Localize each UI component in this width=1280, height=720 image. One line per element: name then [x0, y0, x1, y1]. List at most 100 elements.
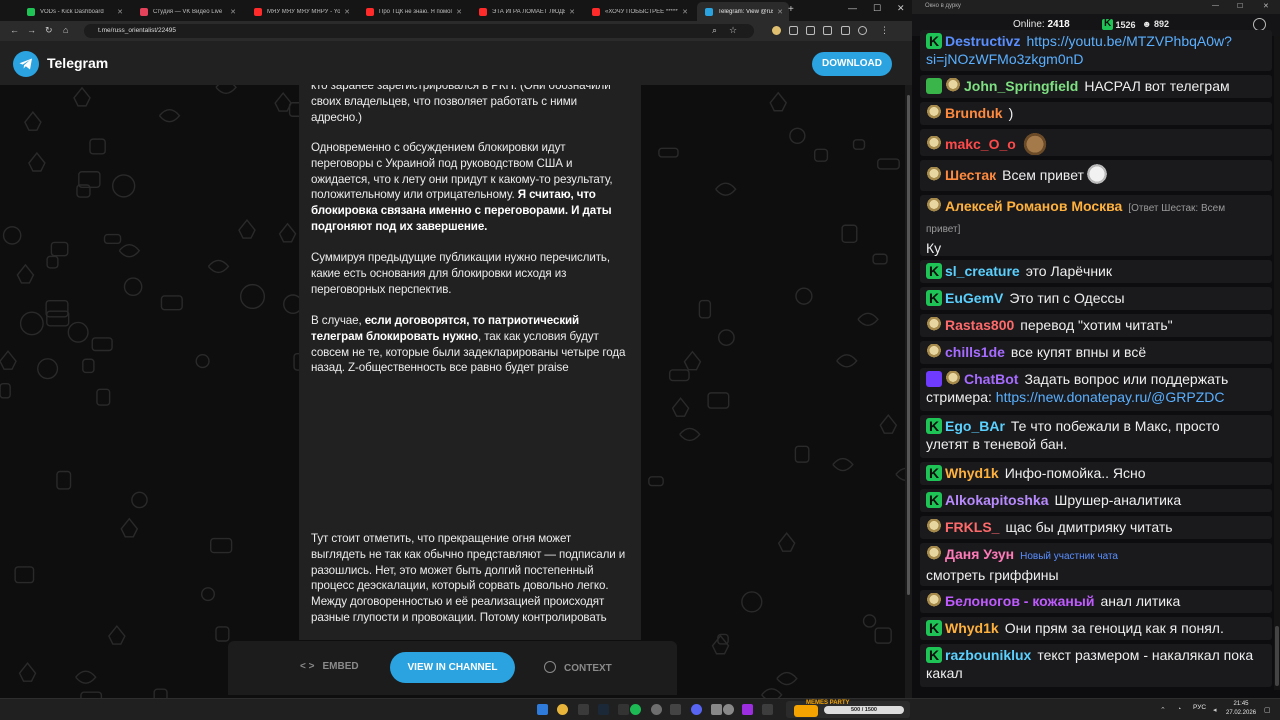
- zoom-icon[interactable]: ⌕: [712, 25, 717, 36]
- chat-username[interactable]: makc_O_o: [945, 136, 1016, 152]
- network-icon[interactable]: ◔: [1177, 706, 1181, 713]
- memes-party-widget[interactable]: MEMES PARTY 500 / 1500: [786, 700, 910, 718]
- chat-close-icon[interactable]: ✕: [1263, 2, 1269, 10]
- app-icon-6[interactable]: [742, 704, 753, 715]
- tab-close-icon[interactable]: ✕: [117, 8, 123, 16]
- chat-username[interactable]: Rastas800: [945, 317, 1014, 333]
- clock[interactable]: 21:45 27.02.2026: [1226, 700, 1256, 718]
- bookmark-star-icon[interactable]: ☆: [729, 25, 737, 36]
- steam-icon[interactable]: [598, 704, 609, 715]
- browser-tab[interactable]: VODs - Kick Dashboard ✕: [19, 2, 129, 21]
- chat-username[interactable]: EuGemV: [945, 290, 1003, 306]
- doodle-shape: [215, 85, 237, 94]
- chat-username[interactable]: Алексей Романов Москва: [945, 198, 1122, 214]
- extension-icon-2[interactable]: [789, 26, 798, 35]
- explorer-icon[interactable]: [578, 704, 589, 715]
- split-view-icon[interactable]: [823, 26, 832, 35]
- tab-close-icon[interactable]: ✕: [456, 8, 462, 16]
- chat-username[interactable]: ChatBot: [964, 371, 1018, 387]
- close-icon[interactable]: ✕: [897, 3, 905, 14]
- app-icon[interactable]: [618, 704, 629, 715]
- app-icon-7[interactable]: [762, 704, 773, 715]
- chat-username[interactable]: Даня Узун: [945, 546, 1014, 562]
- chat-username[interactable]: Alkokapitoshka: [945, 492, 1048, 508]
- browser-tab[interactable]: Про ТЦК не знаю. Я помогу ✕: [358, 2, 468, 21]
- doodle-shape: [207, 259, 230, 274]
- browser-tab[interactable]: МЯУ МЯУ МЯУ МЯРУ - Yo ✕: [246, 2, 356, 21]
- chat-minimize-icon[interactable]: —: [1212, 2, 1219, 9]
- download-button[interactable]: DOWNLOAD: [812, 52, 892, 76]
- home-icon[interactable]: ⌂: [63, 25, 68, 35]
- tab-close-icon[interactable]: ✕: [344, 8, 350, 16]
- app-icon-3[interactable]: [670, 704, 681, 715]
- browser-tab[interactable]: Студия — VK Видео Live ✕: [132, 2, 242, 21]
- app-icon-5[interactable]: [723, 704, 734, 715]
- extension-icon[interactable]: [772, 26, 781, 35]
- spotify-icon[interactable]: [630, 704, 641, 715]
- chat-username[interactable]: Whyd1k: [945, 465, 999, 481]
- tab-close-icon[interactable]: ✕: [230, 8, 236, 16]
- reload-icon[interactable]: ↻: [45, 25, 53, 36]
- language-indicator[interactable]: РУС: [1193, 704, 1206, 711]
- tab-favicon-icon: [254, 7, 262, 16]
- chat-message-text: НАСРАЛ вот телеграм: [1084, 78, 1230, 94]
- new-tab-button[interactable]: +: [788, 4, 794, 15]
- volume-icon[interactable]: ◂: [1213, 706, 1217, 714]
- doodle-shape: [795, 287, 813, 305]
- chat-username[interactable]: Brunduk: [945, 105, 1003, 121]
- discord-icon[interactable]: [691, 704, 702, 715]
- context-button[interactable]: CONTEXT: [544, 661, 612, 674]
- telegram-logo-icon: [13, 51, 39, 77]
- notifications-icon[interactable]: ▢: [1264, 706, 1271, 714]
- chat-username[interactable]: FRKLS_: [945, 519, 999, 535]
- extensions-puzzle-icon[interactable]: [806, 26, 815, 35]
- chat-username[interactable]: Белоногов - кожаный: [945, 593, 1094, 609]
- chat-username[interactable]: Whyd1k: [945, 620, 999, 636]
- chat-link[interactable]: https://new.donatepay.ru/@GRPZDC: [996, 389, 1225, 405]
- doodle-shape: [741, 591, 763, 613]
- menu-dots-icon[interactable]: ⋮: [880, 25, 889, 36]
- chat-username[interactable]: Ego_BAr: [945, 418, 1005, 434]
- doodle-shape: [118, 244, 141, 258]
- app-icon-2[interactable]: [651, 704, 662, 715]
- chat-message-text: Они прям за геноцид как я понял.: [1004, 620, 1224, 636]
- view-in-channel-button[interactable]: VIEW IN CHANNEL: [390, 652, 515, 683]
- chrome-icon[interactable]: [557, 704, 568, 715]
- download-icon[interactable]: [841, 26, 850, 35]
- tab-close-icon[interactable]: ✕: [569, 8, 575, 16]
- doodle-shape: [89, 138, 106, 155]
- chat-username[interactable]: razbouniklux: [945, 647, 1031, 663]
- minimize-icon[interactable]: —: [848, 3, 857, 13]
- doodle-shape: [717, 329, 735, 346]
- maximize-icon[interactable]: ☐: [873, 3, 881, 14]
- embed-button[interactable]: < > EMBED: [300, 661, 359, 672]
- chat-message-text: Всем привет: [1002, 167, 1084, 183]
- back-icon[interactable]: ←: [10, 25, 19, 35]
- doodle-shape: [895, 467, 905, 481]
- kick-badge-icon: [926, 290, 942, 306]
- profile-icon[interactable]: [858, 26, 867, 35]
- forward-icon[interactable]: →: [27, 25, 36, 35]
- chat-message: Алексей Романов Москва [Ответ Шестак: Все…: [920, 195, 1272, 256]
- chat-username[interactable]: sl_creature: [945, 263, 1020, 279]
- tab-close-icon[interactable]: ✕: [682, 8, 688, 16]
- chat-maximize-icon[interactable]: ☐: [1237, 2, 1243, 10]
- chat-username[interactable]: Destructivz: [945, 33, 1020, 49]
- tray-chevron-icon[interactable]: ⌃: [1160, 706, 1166, 714]
- doodle-shape: [789, 127, 806, 144]
- doodle-shape: [794, 445, 810, 463]
- browser-tab[interactable]: ЭТА ИГРА ЛОМАЕТ ЛЮДЕЙ ✕: [471, 2, 581, 21]
- page-scrollbar[interactable]: [905, 85, 912, 698]
- doodle-shape: [2, 226, 22, 245]
- chat-username[interactable]: John_Springfield: [964, 78, 1078, 94]
- browser-tab[interactable]: Telegram: View @russ_orient ✕: [697, 2, 789, 21]
- start-icon[interactable]: [537, 704, 548, 715]
- browser-tab[interactable]: «ХОЧУ ПОБЫСТРЕЕ ******* ✕: [584, 2, 694, 21]
- chat-username[interactable]: Шестак: [945, 167, 996, 183]
- tab-close-icon[interactable]: ✕: [777, 8, 783, 16]
- chat-scrollbar[interactable]: [1274, 36, 1280, 690]
- url-field[interactable]: t.me/russ_orientalist/22495: [84, 24, 754, 38]
- app-icon-4[interactable]: [711, 704, 722, 715]
- doodle-shape: [195, 353, 210, 369]
- chat-username[interactable]: chills1de: [945, 344, 1005, 360]
